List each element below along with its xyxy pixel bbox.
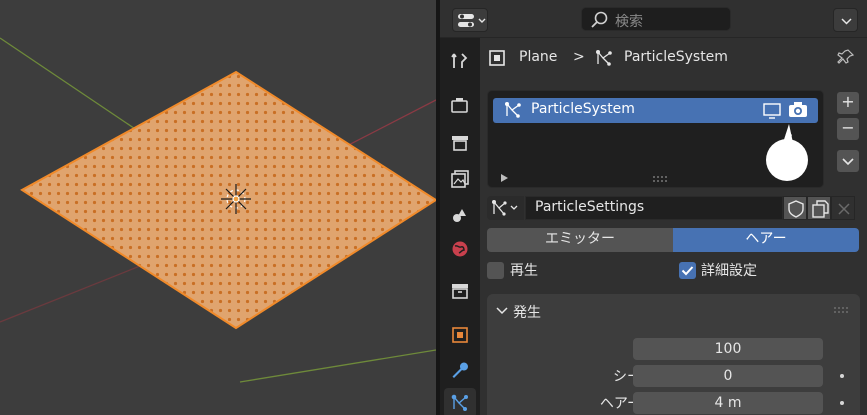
editor-type-button[interactable] bbox=[452, 8, 488, 32]
emission-panel: 発生 数 100 シード 0 ヘアー長 4 m bbox=[487, 294, 860, 415]
annotation-marker bbox=[766, 124, 808, 181]
fake-user-button[interactable] bbox=[783, 196, 807, 220]
x-axis-line-back bbox=[0, 261, 151, 323]
tab-scene[interactable] bbox=[444, 200, 476, 230]
type-emitter-button[interactable]: エミッター bbox=[487, 228, 673, 252]
plane-mesh[interactable] bbox=[20, 70, 436, 330]
duplicate-settings-button[interactable] bbox=[807, 196, 831, 220]
settings-name: ParticleSettings bbox=[535, 199, 645, 215]
properties-icon bbox=[458, 14, 486, 27]
remove-particle-system-button[interactable]: − bbox=[837, 118, 859, 140]
advanced-label: 詳細設定 bbox=[701, 263, 757, 279]
particles-icon bbox=[596, 50, 612, 66]
monitor-icon[interactable] bbox=[763, 102, 781, 120]
list-item-label: ParticleSystem bbox=[531, 101, 635, 117]
chevron-down-icon bbox=[841, 18, 852, 25]
tool-icon bbox=[451, 53, 468, 68]
emission-title: 発生 bbox=[513, 305, 541, 321]
copy-icon bbox=[812, 200, 829, 218]
add-particle-system-button[interactable]: + bbox=[837, 92, 859, 114]
close-icon bbox=[838, 203, 850, 215]
header-menu-button[interactable] bbox=[833, 8, 858, 32]
3d-viewport[interactable] bbox=[0, 0, 436, 415]
advanced-checkbox[interactable] bbox=[679, 262, 696, 279]
chevron-down-icon[interactable] bbox=[495, 304, 509, 318]
type-hair-button[interactable]: ヘアー bbox=[673, 228, 859, 252]
scene-icon bbox=[453, 209, 466, 222]
camera-icon[interactable] bbox=[788, 101, 808, 119]
properties-tabs bbox=[440, 38, 480, 415]
particles-icon bbox=[492, 200, 518, 216]
object-icon bbox=[489, 50, 505, 66]
breadcrumb-particle-system: ParticleSystem bbox=[624, 49, 728, 65]
regrow-label: 再生 bbox=[510, 263, 538, 279]
tab-render[interactable] bbox=[444, 90, 476, 120]
y-axis-line-front bbox=[239, 349, 436, 383]
blender-window: 検索 Plane > ParticleSystem ParticleSystem… bbox=[0, 0, 867, 415]
breadcrumb-separator: > bbox=[573, 49, 585, 65]
output-icon bbox=[452, 136, 468, 151]
play-icon[interactable] bbox=[498, 172, 510, 184]
chevron-down-icon bbox=[842, 158, 854, 166]
count-field[interactable]: 100 bbox=[633, 338, 823, 360]
list-item[interactable]: ParticleSystem bbox=[493, 98, 818, 123]
keyframe-dot-icon[interactable] bbox=[840, 401, 844, 405]
tab-world[interactable] bbox=[444, 234, 476, 264]
properties-editor: 検索 Plane > ParticleSystem ParticleSystem… bbox=[440, 0, 867, 415]
breadcrumb: Plane > ParticleSystem bbox=[480, 38, 867, 78]
settings-browse-button[interactable] bbox=[487, 196, 524, 220]
collection-icon bbox=[452, 284, 468, 299]
search-input[interactable]: 検索 bbox=[581, 7, 731, 31]
viewport-canvas bbox=[0, 37, 436, 383]
unlink-settings-button[interactable] bbox=[831, 196, 855, 220]
checkmark-icon bbox=[681, 266, 694, 276]
particle-settings-selector: ParticleSettings bbox=[487, 196, 860, 220]
drag-handle-icon[interactable] bbox=[833, 306, 851, 316]
list-menu-button[interactable] bbox=[837, 150, 859, 172]
tab-view-layer[interactable] bbox=[444, 164, 476, 194]
tab-tool[interactable] bbox=[444, 46, 476, 76]
hair-length-field[interactable]: 4 m bbox=[633, 392, 823, 414]
search-placeholder: 検索 bbox=[615, 14, 643, 30]
seed-field[interactable]: 0 bbox=[633, 365, 823, 387]
tab-output[interactable] bbox=[444, 128, 476, 158]
shield-icon bbox=[788, 200, 804, 218]
tab-collection[interactable] bbox=[444, 276, 476, 306]
tab-particles[interactable] bbox=[444, 388, 476, 415]
breadcrumb-object: Plane bbox=[519, 49, 558, 65]
settings-name-field[interactable]: ParticleSettings bbox=[525, 196, 783, 220]
particles-icon bbox=[505, 102, 521, 118]
tab-object[interactable] bbox=[444, 320, 476, 350]
keyframe-dot-icon[interactable] bbox=[840, 374, 844, 378]
pin-icon[interactable] bbox=[836, 47, 856, 67]
search-icon bbox=[591, 11, 608, 28]
view-layer-icon bbox=[451, 170, 469, 188]
world-icon bbox=[452, 241, 468, 257]
regrow-checkbox[interactable] bbox=[487, 262, 504, 279]
particles-icon bbox=[451, 394, 468, 411]
tab-modifiers[interactable] bbox=[444, 356, 476, 386]
properties-content: Plane > ParticleSystem ParticleSystem + … bbox=[480, 38, 867, 415]
wrench-icon bbox=[452, 362, 468, 378]
resize-grip-icon[interactable] bbox=[651, 174, 671, 184]
object-icon bbox=[452, 327, 468, 343]
properties-header: 検索 bbox=[440, 0, 867, 38]
render-icon bbox=[451, 98, 468, 113]
